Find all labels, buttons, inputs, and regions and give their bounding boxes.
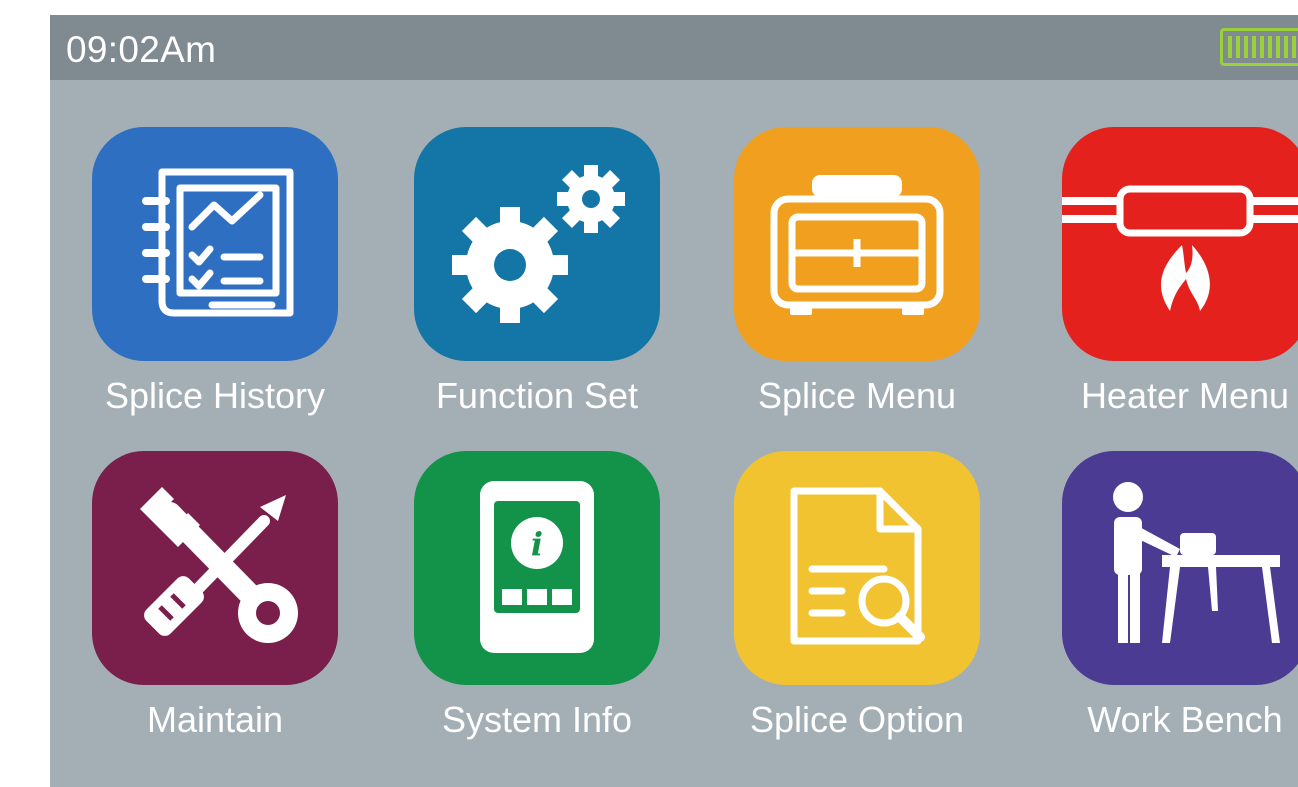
system-info-label: System Info (441, 699, 633, 740)
splice-option-tile[interactable] (734, 451, 980, 685)
splice-option-label: Splice Option (749, 699, 965, 740)
function-set-tile[interactable] (414, 127, 660, 361)
gears-icon (452, 165, 625, 323)
maintain-tile[interactable] (92, 451, 338, 685)
app-splice-history[interactable]: Splice History (90, 127, 340, 427)
splice-history-label: Splice History (104, 375, 326, 416)
heater-menu-label: Heater Menu (1080, 375, 1290, 416)
heater-flame-icon (1062, 185, 1298, 311)
splice-menu-tile[interactable] (734, 127, 980, 361)
heater-menu-tile[interactable] (1062, 127, 1298, 361)
app-heater-menu[interactable]: Heater Menu (1060, 127, 1298, 427)
battery-full-icon (1220, 28, 1298, 66)
app-work-bench[interactable]: Work Bench (1060, 451, 1298, 751)
splicer-machine-icon (770, 175, 944, 315)
app-splice-option[interactable]: Splice Option (732, 451, 982, 751)
app-splice-menu[interactable]: Splice Menu (732, 127, 982, 427)
device-info-icon: i (480, 481, 594, 653)
person-workbench-icon (1113, 482, 1280, 643)
document-search-icon (790, 487, 925, 645)
clock: 09:02Am (66, 29, 217, 70)
svg-text:i: i (531, 525, 543, 563)
splice-history-icon (142, 168, 294, 317)
system-info-tile[interactable]: i (414, 451, 660, 685)
app-system-info[interactable]: i System Info (412, 451, 662, 751)
splice-menu-label: Splice Menu (757, 375, 957, 416)
splice-history-tile[interactable] (92, 127, 338, 361)
status-bar: 09:02Am (50, 15, 1298, 80)
work-bench-tile[interactable] (1062, 451, 1298, 685)
work-bench-label: Work Bench (1087, 699, 1283, 740)
app-maintain[interactable]: Maintain (90, 451, 340, 751)
device-screen: 09:02Am Splice History Function Set Spli… (50, 15, 1298, 787)
app-function-set[interactable]: Function Set (412, 127, 662, 427)
maintain-label: Maintain (146, 699, 284, 740)
function-set-label: Function Set (435, 375, 639, 416)
wrench-screwdriver-icon (140, 487, 298, 643)
